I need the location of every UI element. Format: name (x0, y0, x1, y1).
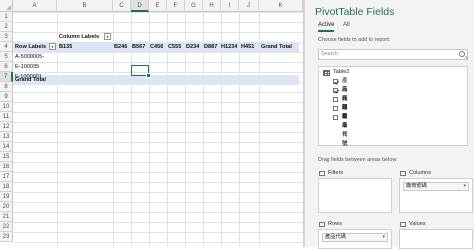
search-icon[interactable] (459, 51, 465, 57)
rows-drop-area[interactable]: 產品代碼 (318, 229, 392, 249)
row-header-17[interactable]: 17 (0, 172, 13, 182)
column-header-d[interactable]: D (131, 0, 149, 12)
column-header-b[interactable]: B (57, 0, 113, 12)
row-header-19[interactable]: 19 (0, 192, 13, 202)
columns-icon (400, 171, 406, 176)
rows-field-chip[interactable]: 產品代碼 (322, 233, 388, 242)
column-header-h[interactable]: H (203, 0, 221, 12)
tab-all[interactable]: All (343, 22, 350, 28)
filters-drop-area[interactable] (318, 178, 392, 213)
table-icon (323, 70, 330, 76)
row-header-8[interactable]: 8 (0, 82, 13, 92)
pivot-row-item[interactable]: A-5000005- (15, 52, 44, 62)
pivot-grand-total-band (13, 75, 299, 85)
values-icon (400, 222, 406, 227)
checkbox-unchecked[interactable] (333, 106, 338, 111)
columns-field-chip[interactable]: 廠商號碼 (403, 182, 469, 191)
row-header-7[interactable]: 7 (0, 72, 13, 82)
pivot-col-item[interactable]: B246 (114, 42, 127, 52)
pivot-col-item[interactable]: C456 (150, 42, 163, 52)
columns-area-label: Columns (409, 170, 432, 176)
row-header-14[interactable]: 14 (0, 142, 13, 152)
pivot-grand-total-row[interactable]: Grand Total (15, 75, 46, 85)
row-labels-filter-button[interactable]: ▾ (49, 43, 56, 50)
pivot-col-item[interactable]: B135 (59, 42, 72, 52)
field-search-input[interactable]: Search (318, 49, 468, 60)
pivot-grand-total-column[interactable]: Grand Total (261, 42, 292, 52)
drag-fields-hint: Drag fields between areas below: (318, 157, 398, 163)
columns-drop-area[interactable]: 廠商號碼 (399, 178, 473, 213)
column-labels-filter-button[interactable]: ▾ (104, 33, 111, 40)
pivot-col-item[interactable]: D234 (186, 42, 199, 52)
rows-area-label: Rows (328, 221, 342, 227)
field-list: Table2 產品代碼 廠商號碼 廠商產品代號 經銷商貨號 成本 (318, 66, 468, 147)
column-header-k[interactable]: K (259, 0, 303, 12)
row-header-16[interactable]: 16 (0, 162, 13, 172)
pivot-col-item[interactable]: D887 (204, 42, 217, 52)
rows-icon (319, 222, 325, 227)
pivot-row-item[interactable]: E-100035 (15, 62, 39, 72)
column-header-f[interactable]: F (167, 0, 185, 12)
row-header-13[interactable]: 13 (0, 132, 13, 142)
row-header-1[interactable]: 1 (0, 12, 13, 22)
row-header-6[interactable]: 6 (0, 62, 13, 72)
select-all-corner[interactable] (0, 0, 13, 12)
checkbox-unchecked[interactable] (333, 97, 338, 102)
row-header-2[interactable]: 2 (0, 22, 13, 32)
column-header-e[interactable]: E (149, 0, 167, 12)
column-labels-caption[interactable]: Column Labels (59, 32, 99, 42)
values-drop-area[interactable] (399, 229, 473, 249)
row-header-20[interactable]: 20 (0, 202, 13, 212)
pivottable-fields-pane: PivotTable Fields Active All Choose fiel… (304, 0, 474, 249)
filters-area-label: Filters (328, 170, 344, 176)
checkbox-checked[interactable] (333, 79, 338, 84)
filter-icon (319, 171, 325, 176)
spreadsheet-grid[interactable]: A B C D E F G H I J K 1 2 3 4 5 6 7 8 9 … (0, 0, 303, 247)
pivot-col-item[interactable]: H1234 (221, 42, 237, 52)
active-cell-d7[interactable] (131, 65, 151, 78)
row-header-3[interactable]: 3 (0, 32, 13, 42)
row-header-15[interactable]: 15 (0, 152, 13, 162)
tab-active-indicator (318, 30, 334, 32)
pane-title: PivotTable Fields (315, 6, 395, 18)
row-header-11[interactable]: 11 (0, 112, 13, 122)
column-header-c[interactable]: C (113, 0, 131, 12)
choose-fields-hint: Choose fields to add to report: (318, 37, 391, 43)
row-header-18[interactable]: 18 (0, 182, 13, 192)
row-header-23[interactable]: 23 (0, 232, 13, 242)
column-header-i[interactable]: I (221, 0, 239, 12)
row-header-21[interactable]: 21 (0, 212, 13, 222)
column-header-j[interactable]: J (239, 0, 259, 12)
row-header-4[interactable]: 4 (0, 42, 13, 52)
tab-active[interactable]: Active (318, 22, 334, 28)
row-header-10[interactable]: 10 (0, 102, 13, 112)
table-name: Table2 (333, 69, 350, 75)
search-placeholder: Search (321, 51, 339, 57)
pivot-col-item[interactable]: B567 (132, 42, 145, 52)
row-header-22[interactable]: 22 (0, 222, 13, 232)
checkbox-checked[interactable] (333, 88, 338, 93)
checkbox-unchecked[interactable] (333, 115, 338, 120)
pivot-col-item[interactable]: H451 (241, 42, 254, 52)
row-header-5[interactable]: 5 (0, 52, 13, 62)
column-header-g[interactable]: G (185, 0, 203, 12)
row-header-12[interactable]: 12 (0, 122, 13, 132)
values-area-label: Values (409, 221, 426, 227)
field-label: 成本 (342, 114, 348, 129)
column-header-a[interactable]: A (13, 0, 57, 12)
row-labels-caption[interactable]: Row Labels (15, 42, 46, 52)
pivot-col-item[interactable]: C555 (168, 42, 181, 52)
row-header-9[interactable]: 9 (0, 92, 13, 102)
